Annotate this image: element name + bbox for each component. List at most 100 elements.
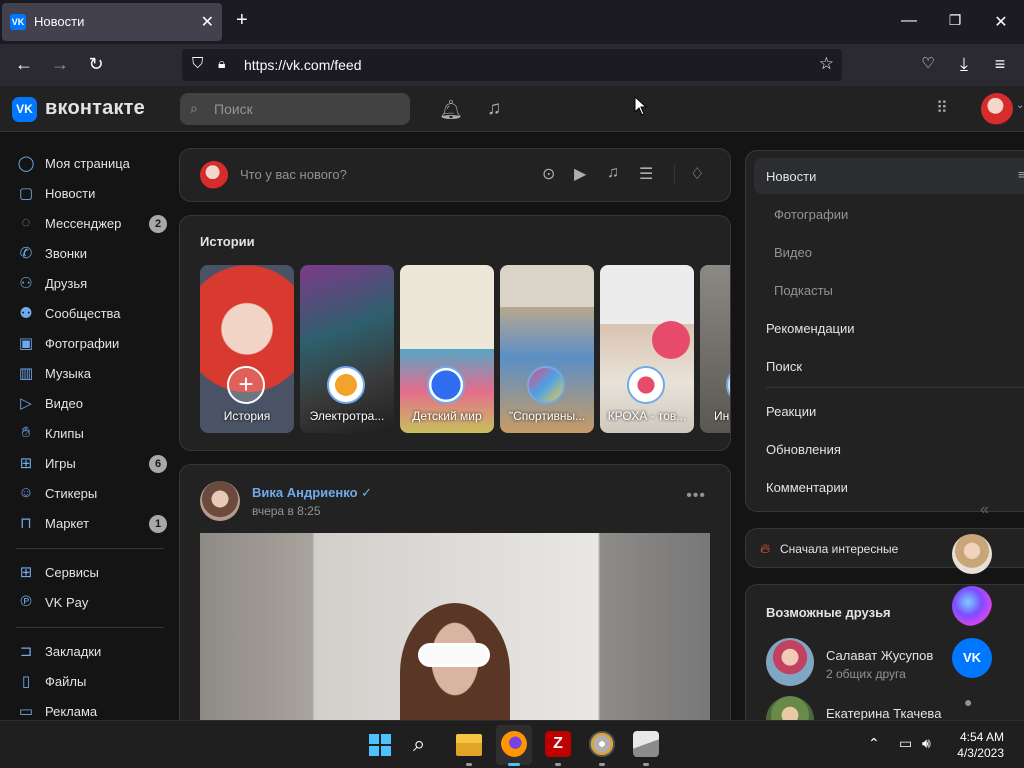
sidebar-item-clips[interactable]: ✋︎ Клипы	[16, 420, 171, 448]
taskbar-search-icon[interactable]: ⌕	[413, 731, 425, 757]
package-app-icon[interactable]	[633, 731, 659, 757]
idea-bulb-icon[interactable]: ♢	[690, 164, 704, 184]
story-card[interactable]: "Спортивны...	[500, 265, 594, 433]
sidebar-item-communities[interactable]: ⚉ Сообщества	[16, 300, 171, 328]
address-bar[interactable]: ⛉ 🔒︎ https://vk.com/feed ☆	[182, 49, 842, 81]
filter-video[interactable]: Видео	[774, 245, 812, 260]
video-play-icon[interactable]: ▶︎	[574, 164, 586, 184]
running-indicator	[599, 763, 605, 766]
sidebar-item-music[interactable]: ▥ Музыка	[16, 360, 171, 388]
url-text[interactable]: https://vk.com/feed	[244, 57, 362, 73]
filter-updates[interactable]: Обновления	[766, 442, 841, 457]
apps-grid-icon[interactable]: ⠿	[936, 98, 948, 118]
user-avatar[interactable]	[981, 93, 1013, 125]
tray-chevron-up-icon[interactable]: ⌃	[868, 735, 880, 752]
menu-divider	[766, 387, 1024, 388]
lock-icon[interactable]: 🔒︎	[218, 55, 225, 72]
friend-avatar[interactable]	[766, 638, 814, 686]
story-avatar	[327, 366, 365, 404]
filter-comments[interactable]: Комментарии	[766, 480, 848, 495]
filter-reactions[interactable]: Реакции	[766, 404, 816, 419]
vk-brand-name[interactable]: вконтакте	[45, 97, 145, 120]
filezilla-icon[interactable]: Z	[545, 731, 571, 757]
vk-messenger-icon[interactable]: VK	[952, 638, 992, 678]
disc-app-icon[interactable]	[589, 731, 615, 757]
music-note-icon[interactable]: ♫	[607, 164, 619, 182]
file-explorer-icon[interactable]	[456, 734, 482, 756]
sidebar-item-my-page[interactable]: ◯ Моя страница	[16, 150, 171, 178]
sidebar-item-files[interactable]: ▯ Файлы	[16, 668, 171, 696]
filter-news[interactable]: Новости	[766, 169, 816, 184]
browser-tab[interactable]: VK Новости ✕	[2, 3, 222, 41]
collapse-chevrons-icon[interactable]: «	[980, 501, 989, 519]
add-story-plus-icon: +	[227, 366, 265, 404]
close-tab-icon[interactable]: ✕	[201, 12, 214, 32]
sidebar-item-friends[interactable]: ⚇ Друзья	[16, 270, 171, 298]
bookmark-star-icon[interactable]: ☆	[819, 54, 834, 74]
reload-button[interactable]: ↻	[85, 54, 107, 75]
settings-sliders-icon[interactable]: ≡	[1018, 167, 1024, 182]
marusya-assistant-icon[interactable]	[952, 586, 992, 626]
windows-start-icon[interactable]	[369, 734, 391, 756]
sidebar-item-services[interactable]: ⊞ Сервисы	[16, 559, 171, 587]
story-card[interactable]: Детский мир	[400, 265, 494, 433]
chevron-down-icon[interactable]: ⌄	[1016, 100, 1024, 111]
search-input[interactable]: ⌕ Поиск	[180, 93, 410, 125]
back-button[interactable]: ←	[13, 54, 35, 75]
sidebar-item-photos[interactable]: ▣ Фотографии	[16, 330, 171, 358]
minimize-window-button[interactable]: —	[899, 12, 919, 30]
article-icon[interactable]: ☰	[639, 164, 653, 184]
camera-icon[interactable]: ⊙	[542, 164, 555, 184]
downloads-icon[interactable]: ⤓	[953, 54, 975, 75]
post-composer[interactable]: Что у вас нового? ⊙ ▶︎ ♫ ☰ ♢	[179, 148, 731, 202]
search-placeholder: Поиск	[214, 101, 253, 117]
taskbar-clock[interactable]: 4:54 AM 4/3/2023	[957, 729, 1004, 761]
pocket-icon[interactable]: ♡	[917, 54, 939, 72]
chat-bubble-icon[interactable]: ●	[964, 694, 972, 710]
bell-icon[interactable]: 🔔︎	[439, 98, 463, 122]
sidebar-item-bookmarks[interactable]: ⊐ Закладки	[16, 638, 171, 666]
filter-search[interactable]: Поиск	[766, 359, 802, 374]
more-options-icon[interactable]: •••	[686, 487, 706, 505]
shield-icon[interactable]: ⛉	[192, 55, 203, 72]
new-tab-button[interactable]: +	[236, 10, 248, 30]
running-indicator	[466, 763, 472, 766]
network-icon[interactable]: ▭	[899, 735, 912, 752]
sidebar-item-games[interactable]: ⊞ Игры 6	[16, 450, 171, 478]
restore-window-button[interactable]: ❐	[945, 12, 965, 29]
story-card[interactable]: КРОХА - тов...	[600, 265, 694, 433]
friend-name[interactable]: Екатерина Ткачева	[826, 706, 941, 721]
post-time[interactable]: вчера в 8:25	[252, 504, 321, 518]
volume-icon[interactable]: 🔊︎	[922, 735, 931, 752]
post-photo[interactable]	[200, 533, 710, 743]
filter-recommendations[interactable]: Рекомендации	[766, 321, 855, 336]
photo-sunglasses	[418, 643, 490, 667]
menu-icon[interactable]: ≡	[989, 54, 1011, 75]
sidebar-item-vkpay[interactable]: ℗ VK Pay	[16, 589, 171, 617]
firefox-icon[interactable]	[501, 731, 527, 757]
sidebar-item-stickers[interactable]: ☺ Стикеры	[16, 480, 171, 508]
sidebar-item-news[interactable]: ▢ Новости	[16, 180, 171, 208]
sidebar-item-video[interactable]: ▷ Видео	[16, 390, 171, 418]
chat-contact-avatar[interactable]	[952, 534, 992, 574]
story-card[interactable]: + История	[200, 265, 294, 433]
composer-placeholder[interactable]: Что у вас нового?	[240, 167, 347, 182]
sidebar-item-market[interactable]: ⊓ Маркет 1	[16, 510, 171, 538]
friend-mutual: 2 общих друга	[826, 667, 906, 681]
close-window-button[interactable]: ✕	[991, 12, 1011, 32]
filter-photos[interactable]: Фотографии	[774, 207, 848, 222]
story-card[interactable]: Ин	[700, 265, 730, 433]
search-icon: ⌕	[190, 100, 198, 116]
filter-podcasts[interactable]: Подкасты	[774, 283, 833, 298]
friend-name[interactable]: Салават Жусупов	[826, 648, 933, 663]
sidebar-item-messenger[interactable]: ◌ Мессенджер 2	[16, 210, 171, 238]
sidebar-item-calls[interactable]: ✆ Звонки	[16, 240, 171, 268]
story-card[interactable]: Электротра...	[300, 265, 394, 433]
vk-logo-icon[interactable]: VK	[12, 97, 37, 122]
gamepad-icon: ⊞	[19, 455, 33, 472]
forward-button[interactable]: →	[49, 54, 71, 75]
communities-icon: ⚉	[19, 305, 33, 322]
post-author-avatar[interactable]	[200, 481, 240, 521]
music-icon[interactable]: ♫	[487, 98, 501, 120]
post-author-name[interactable]: Вика Андриенко ✓	[252, 485, 372, 501]
